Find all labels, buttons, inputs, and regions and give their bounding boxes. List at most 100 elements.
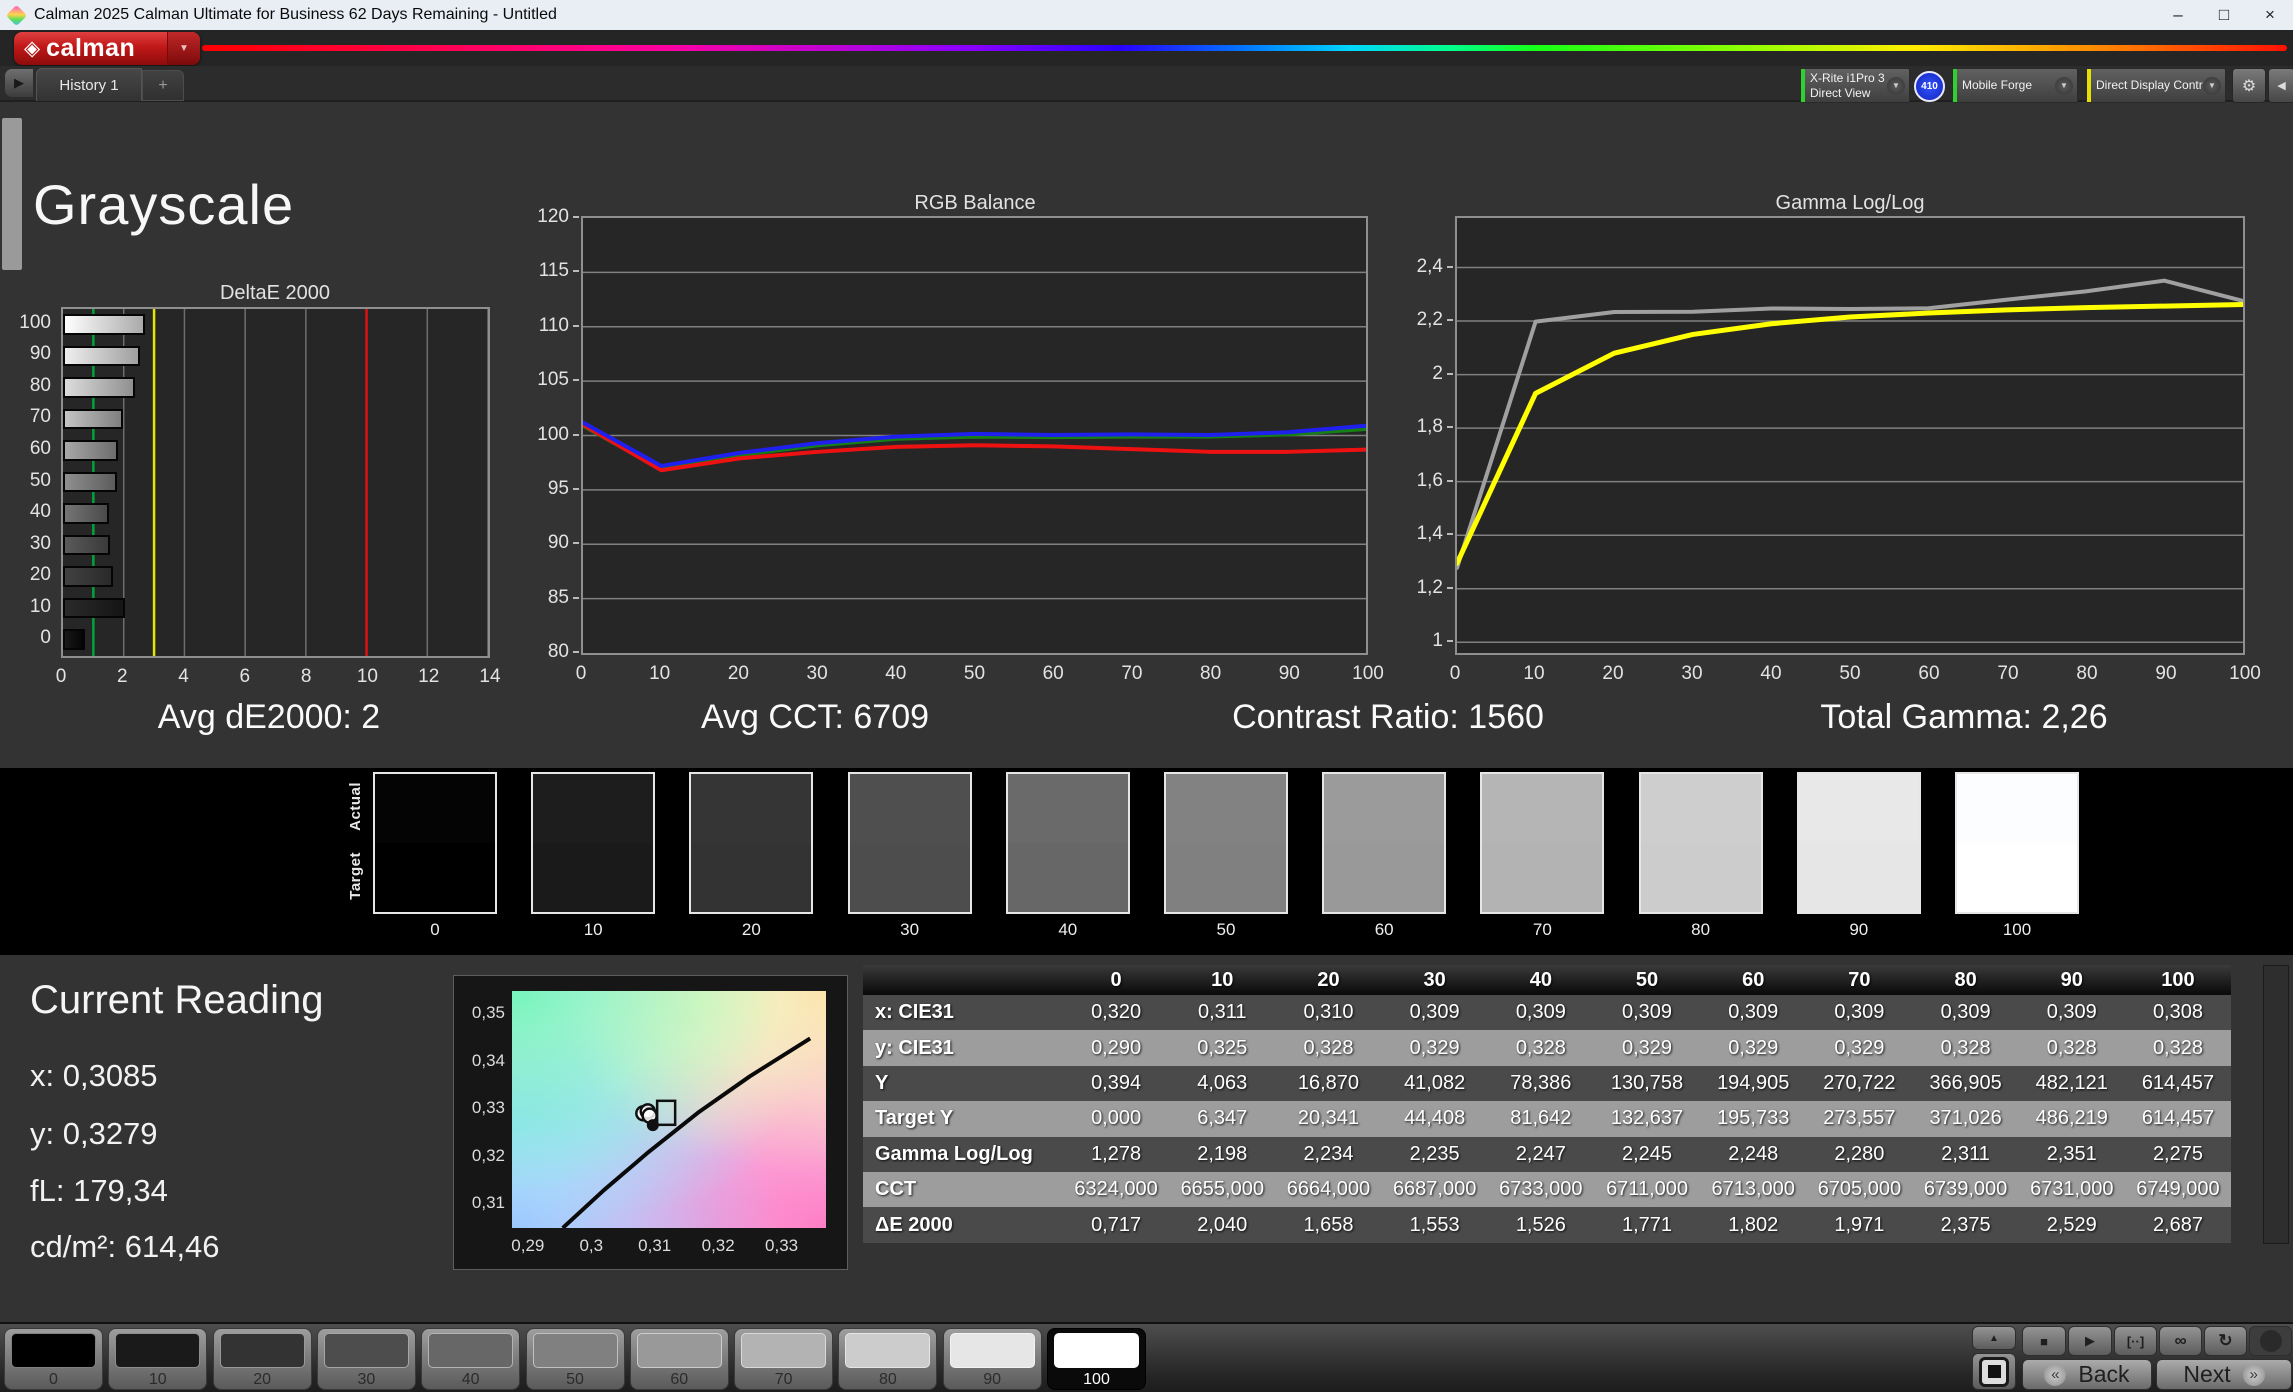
table-row-3: Target Y 0,000 6,347 20,341 44,408 81,642 132,… xyxy=(863,1101,2231,1137)
stop-button[interactable]: ■ xyxy=(2022,1326,2066,1356)
calman-menu-button[interactable]: ◈ calman ▼ xyxy=(14,32,200,65)
tick-label: 40 xyxy=(885,663,907,684)
swatch-level-label: 60 xyxy=(1374,920,1394,939)
meter-dropdown[interactable]: X-Rite i1Pro 3 Direct View ▼ xyxy=(1800,68,1910,103)
table-cell: 4,063 xyxy=(1197,1071,1248,1094)
level-button-20[interactable]: 20 xyxy=(212,1328,312,1390)
level-swatch-0 xyxy=(11,1333,96,1368)
table-cell: 1,278 xyxy=(1091,1142,1142,1165)
record-button[interactable] xyxy=(2249,1326,2292,1356)
table-scrollbar[interactable] xyxy=(2263,965,2289,1244)
level-button-0[interactable]: 0 xyxy=(4,1328,103,1390)
swatch-level-label: 10 xyxy=(583,920,603,939)
level-button-label: 100 xyxy=(1083,1371,1110,1388)
table-cell: 0,309 xyxy=(1409,1001,1460,1024)
y-tick-mark xyxy=(1447,586,1453,589)
table-row-label: Target Y xyxy=(875,1107,954,1130)
tick-label: 95 xyxy=(547,477,569,499)
table-cell: 0,328 xyxy=(1303,1036,1354,1059)
level-button-90[interactable]: 90 xyxy=(942,1328,1042,1390)
tick-label: 2,2 xyxy=(1416,309,1443,331)
next-button[interactable]: Next » xyxy=(2156,1359,2292,1390)
level-button-30[interactable]: 30 xyxy=(316,1328,416,1390)
rgb-chart-plot xyxy=(581,216,1368,655)
cie-y-tick: 0,32 xyxy=(471,1145,505,1165)
level-button-100[interactable]: 100 xyxy=(1047,1328,1146,1390)
level-button-label: 80 xyxy=(878,1371,897,1388)
continuous-measure-button[interactable]: ∞ xyxy=(2159,1326,2202,1356)
table-cell: 270,722 xyxy=(1823,1071,1896,1094)
refresh-button[interactable]: ↻ xyxy=(2204,1326,2247,1356)
table-cell: 6687,000 xyxy=(1392,1178,1477,1201)
swatch-actual-70 xyxy=(1482,774,1603,843)
swatch-actual-20 xyxy=(691,774,812,843)
level-button-10[interactable]: 10 xyxy=(108,1328,208,1390)
table-cell: 0,325 xyxy=(1197,1036,1248,1059)
swatch-actual-100 xyxy=(1957,774,2077,843)
level-button-label: 30 xyxy=(357,1371,376,1388)
tick-label: 2,4 xyxy=(1416,255,1443,277)
table-cell: 1,771 xyxy=(1622,1213,1673,1236)
close-button[interactable]: × xyxy=(2247,5,2293,25)
level-button-60[interactable]: 60 xyxy=(629,1328,729,1390)
table-row-6: ΔE 2000 0,717 2,040 1,658 1,553 1,526 1,771 1,8… xyxy=(863,1207,2231,1243)
settings-button[interactable]: ⚙ xyxy=(2232,68,2266,103)
swatch-10 xyxy=(531,772,656,914)
level-button-40[interactable]: 40 xyxy=(421,1328,521,1390)
deltae-bar-90 xyxy=(63,345,140,367)
swatch-level-label: 0 xyxy=(430,920,440,939)
level-button-80[interactable]: 80 xyxy=(838,1328,938,1390)
play-button[interactable]: ▶ xyxy=(2068,1326,2112,1356)
table-cell: 2,234 xyxy=(1303,1142,1354,1165)
meter-status-badge[interactable]: 410 xyxy=(1914,71,1945,102)
table-cell: 0,311 xyxy=(1197,1001,1247,1024)
level-button-label: 0 xyxy=(49,1371,58,1388)
table-scrollbar-thumb[interactable] xyxy=(2,118,22,270)
tick-label: 85 xyxy=(547,586,569,608)
minimize-button[interactable]: – xyxy=(2155,5,2201,25)
table-cell: 130,758 xyxy=(1610,1071,1684,1094)
swatch-actual-10 xyxy=(533,774,654,843)
workflow-dropdown[interactable]: Mobile Forge ▼ xyxy=(1952,68,2078,103)
table-col-header-30: 30 xyxy=(1423,968,1446,991)
tick-label: 50 xyxy=(963,663,986,684)
tick-label: 20 xyxy=(29,564,51,586)
tick-label: 120 xyxy=(537,206,569,227)
maximize-button[interactable]: □ xyxy=(2201,5,2247,25)
tick-label: 90 xyxy=(1278,663,1300,684)
level-button-70[interactable]: 70 xyxy=(734,1328,834,1390)
table-row-1: y: CIE31 0,290 0,325 0,328 0,329 0,328 0,329 0,… xyxy=(863,1030,2231,1066)
tick-label: 40 xyxy=(29,501,51,523)
tick-label: 105 xyxy=(537,369,569,391)
add-tab-button[interactable]: + xyxy=(142,70,184,101)
table-cell: 2,311 xyxy=(1941,1142,1990,1165)
pattern-window-button[interactable] xyxy=(1972,1353,2016,1390)
strip-label-target: Target xyxy=(347,852,364,900)
level-button-50[interactable]: 50 xyxy=(525,1328,625,1390)
collapse-panel-button[interactable]: ◀ xyxy=(2268,68,2293,103)
table-cell: 0,309 xyxy=(1515,1001,1566,1024)
tick-label: 70 xyxy=(1997,663,2019,684)
chevron-down-icon[interactable]: ▼ xyxy=(167,32,200,65)
infinity-icon: ∞ xyxy=(2174,1331,2187,1350)
tab-history-1[interactable]: History 1 xyxy=(36,68,142,101)
table-col-header-20: 20 xyxy=(1317,968,1340,991)
table-cell: 2,280 xyxy=(1834,1142,1885,1165)
cie-x-tick: 0,3 xyxy=(579,1236,604,1255)
panel-up-button[interactable]: ▲ xyxy=(1972,1326,2016,1350)
titlebar: Calman 2025 Calman Ultimate for Business… xyxy=(0,0,2293,30)
history-nav-button[interactable]: ▶ xyxy=(5,69,33,97)
tick-label: 70 xyxy=(1121,663,1143,684)
display-control-dropdown[interactable]: Direct Display Control ▼ xyxy=(2086,68,2226,103)
marker-button[interactable]: [··] xyxy=(2114,1326,2157,1356)
table-col-header-0: 0 xyxy=(1110,968,1122,991)
pattern-window-icon xyxy=(1979,1356,2009,1387)
swatch-actual-60 xyxy=(1324,774,1445,843)
table-cell: 0,000 xyxy=(1091,1107,1142,1130)
deltae-chart-title: DeltaE 2000 xyxy=(219,282,331,304)
tick-label: 80 xyxy=(547,641,569,662)
tick-label: 1 xyxy=(1432,630,1443,652)
app-window: Calman 2025 Calman Ultimate for Business… xyxy=(0,0,2293,1392)
tick-label: 0 xyxy=(575,663,587,684)
back-button[interactable]: « Back xyxy=(2022,1359,2152,1390)
